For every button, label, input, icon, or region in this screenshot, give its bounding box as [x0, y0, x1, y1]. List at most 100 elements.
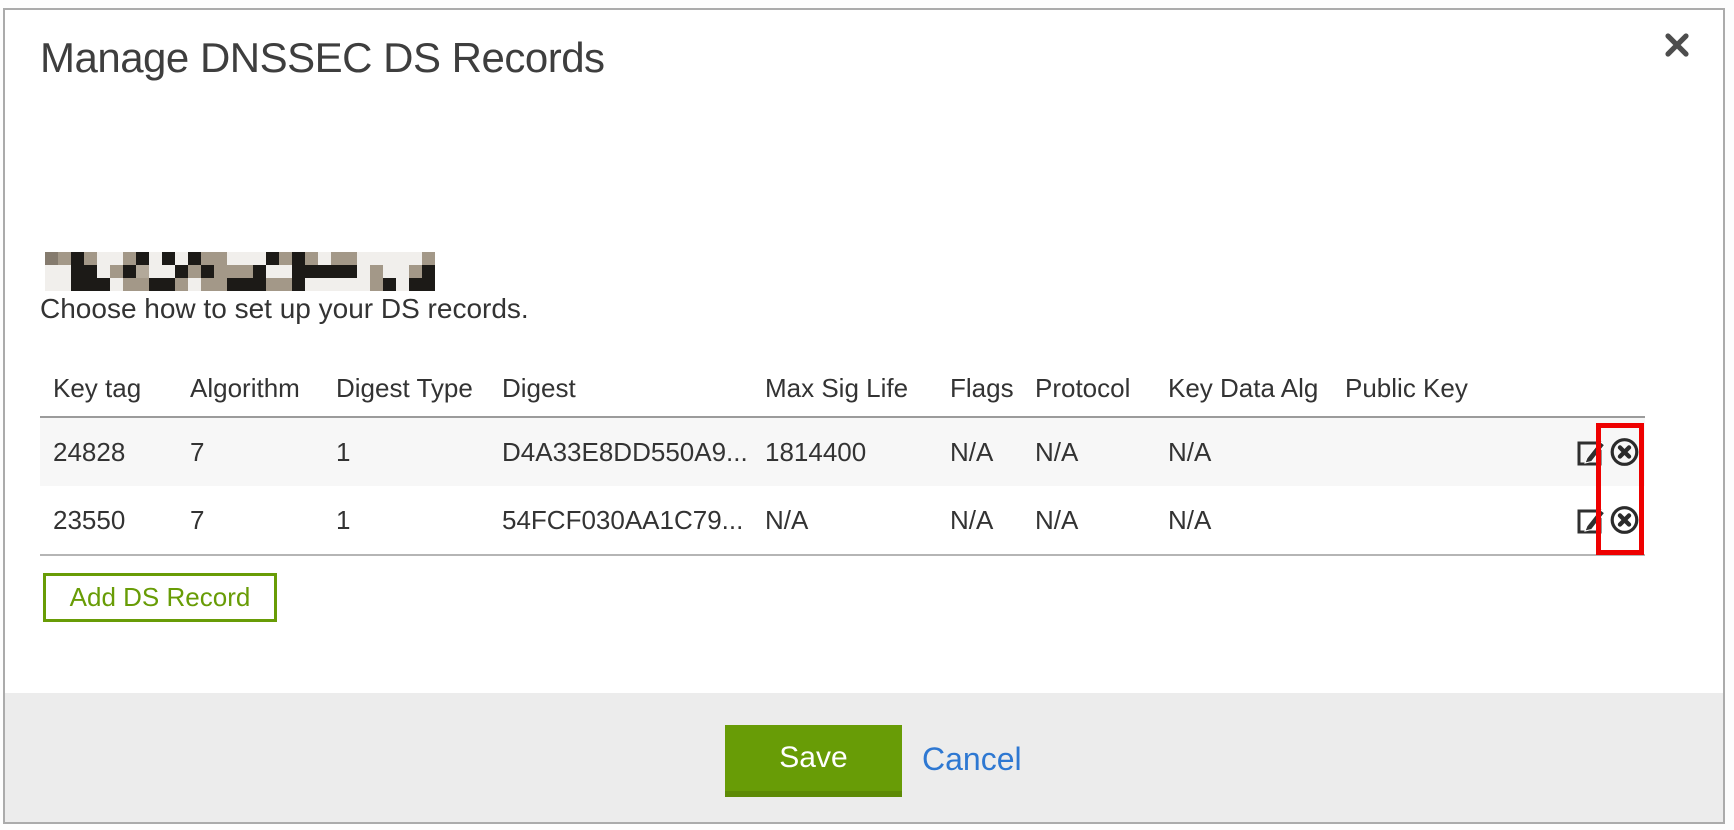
redacted-domain [45, 252, 435, 291]
dialog-footer: Save Cancel [5, 693, 1723, 822]
edit-record-button[interactable] [1575, 503, 1608, 537]
table-cell [1332, 486, 1560, 555]
edit-icon [1575, 503, 1608, 537]
close-button[interactable] [1655, 24, 1699, 68]
redaction-pixel [227, 265, 240, 278]
save-button[interactable]: Save [725, 725, 902, 797]
table-cell: N/A [937, 417, 1022, 486]
redaction-pixel [97, 252, 110, 265]
redaction-pixel [227, 252, 240, 265]
edit-record-button[interactable] [1575, 435, 1608, 469]
redaction-pixel [331, 265, 344, 278]
delete-record-button[interactable] [1608, 435, 1641, 469]
table-row: 2482871D4A33E8DD550A9...1814400N/AN/AN/A [40, 417, 1645, 486]
column-header: Key Data Alg [1155, 360, 1332, 417]
redaction-pixel [123, 265, 136, 278]
redaction-pixel [149, 265, 162, 278]
redaction-pixel [58, 278, 71, 291]
redaction-pixel [123, 278, 136, 291]
redaction-pixel [45, 252, 58, 265]
redaction-pixel [97, 265, 110, 278]
redaction-pixel [149, 278, 162, 291]
redaction-pixel [305, 252, 318, 265]
redaction-pixel [266, 278, 279, 291]
table-cell: 7 [177, 417, 323, 486]
manage-dnssec-dialog: Manage DNSSEC DS Records Choose how to s… [3, 8, 1725, 824]
redaction-pixel [318, 252, 331, 265]
close-icon [1659, 27, 1695, 63]
table-cell: 54FCF030AA1C79... [489, 486, 752, 555]
redaction-pixel [409, 278, 422, 291]
redaction-pixel [357, 265, 370, 278]
redaction-pixel [370, 278, 383, 291]
redaction-pixel [97, 278, 110, 291]
add-ds-record-button[interactable]: Add DS Record [43, 573, 277, 622]
delete-icon [1608, 435, 1641, 469]
redaction-pixel [331, 252, 344, 265]
redaction-pixel [253, 252, 266, 265]
redaction-pixel [136, 252, 149, 265]
table-cell: 1 [323, 417, 489, 486]
cancel-link[interactable]: Cancel [922, 741, 1022, 778]
redaction-pixel [344, 252, 357, 265]
delete-icon [1608, 503, 1641, 537]
page-background: Manage DNSSEC DS Records Choose how to s… [0, 0, 1734, 830]
redaction-pixel [396, 278, 409, 291]
redaction-pixel [58, 252, 71, 265]
redaction-pixel [110, 278, 123, 291]
redaction-pixel [383, 278, 396, 291]
table-row: 235507154FCF030AA1C79...N/AN/AN/AN/A [40, 486, 1645, 555]
delete-record-button[interactable] [1608, 503, 1641, 537]
column-header: Digest [489, 360, 752, 417]
redaction-pixel [292, 265, 305, 278]
redaction-pixel [110, 265, 123, 278]
row-actions [1560, 486, 1645, 555]
redaction-pixel [357, 252, 370, 265]
redaction-pixel [318, 278, 331, 291]
redaction-pixel [123, 252, 136, 265]
redaction-pixel [201, 252, 214, 265]
table-cell: 24828 [40, 417, 177, 486]
redaction-pixel [175, 278, 188, 291]
instruction-text: Choose how to set up your DS records. [40, 293, 529, 325]
redaction-pixel [318, 265, 331, 278]
redaction-pixel [188, 252, 201, 265]
redaction-pixel [188, 278, 201, 291]
redaction-pixel [422, 278, 435, 291]
table-cell [1332, 417, 1560, 486]
redaction-pixel [240, 265, 253, 278]
redaction-pixel [175, 252, 188, 265]
table-cell: N/A [1022, 486, 1155, 555]
column-header: Flags [937, 360, 1022, 417]
table-cell: N/A [752, 486, 937, 555]
redaction-pixel [149, 252, 162, 265]
redaction-pixel [188, 265, 201, 278]
redaction-pixel [201, 278, 214, 291]
redaction-pixel [344, 278, 357, 291]
dialog-title: Manage DNSSEC DS Records [40, 34, 605, 82]
table-cell: N/A [937, 486, 1022, 555]
redaction-pixel [214, 278, 227, 291]
redaction-pixel [136, 265, 149, 278]
redaction-pixel [240, 252, 253, 265]
table-cell: 7 [177, 486, 323, 555]
redaction-pixel [71, 265, 84, 278]
redaction-pixel [58, 265, 71, 278]
redaction-pixel [396, 265, 409, 278]
redaction-pixel [370, 265, 383, 278]
redaction-pixel [396, 252, 409, 265]
redaction-pixel [136, 278, 149, 291]
column-header: Max Sig Life [752, 360, 937, 417]
table-cell: 1 [323, 486, 489, 555]
redaction-pixel [409, 265, 422, 278]
redaction-pixel [110, 252, 123, 265]
redaction-pixel [279, 278, 292, 291]
table-body: 2482871D4A33E8DD550A9...1814400N/AN/AN/A… [40, 417, 1645, 555]
redaction-pixel [175, 265, 188, 278]
table-cell: N/A [1155, 417, 1332, 486]
redaction-pixel [214, 252, 227, 265]
redaction-pixel [292, 252, 305, 265]
redaction-pixel [162, 278, 175, 291]
redaction-pixel [227, 278, 240, 291]
redaction-pixel [84, 278, 97, 291]
